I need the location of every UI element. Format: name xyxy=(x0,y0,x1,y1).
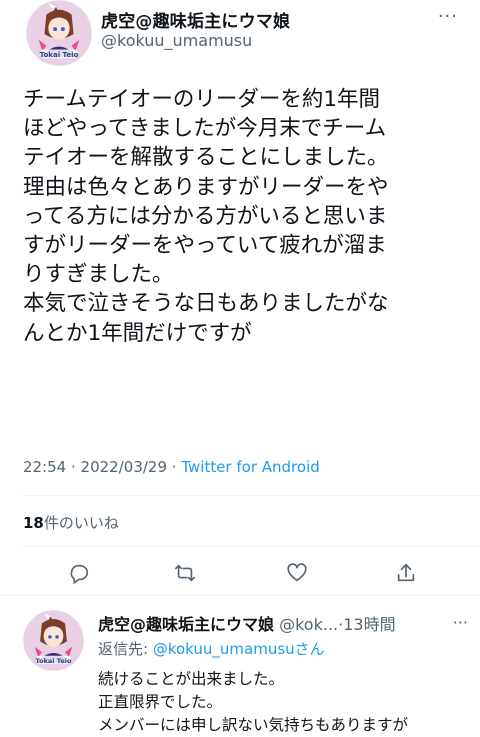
main-tweet: Tokai Teio 虎空@趣味垢主にウマ娘 @kokuu_umamusu ··… xyxy=(0,0,480,590)
tweet-text-line: んとか1年間だけですが xyxy=(23,320,252,346)
tweet-time[interactable]: 22:54 xyxy=(23,458,66,476)
tweet-date[interactable]: 2022/03/29 xyxy=(81,458,167,476)
display-name[interactable]: 虎空@趣味垢主にウマ娘 xyxy=(98,615,274,634)
avatar[interactable]: Tokai Teio xyxy=(26,0,92,66)
reply-tweet[interactable]: Tokai Teio 虎空@趣味垢主にウマ娘 @kok...·13時間 ··· … xyxy=(0,596,480,737)
retweet-icon[interactable] xyxy=(172,560,198,586)
like-icon[interactable] xyxy=(284,560,310,586)
reply-text-line: 正直限界でした。 xyxy=(98,693,223,711)
tweet-text-line: 本気で泣きそうな日もありましたがな xyxy=(23,291,389,317)
more-options-icon[interactable]: ··· xyxy=(438,6,458,27)
tweet-text-line: ほどやってきましたが今月末でチーム xyxy=(23,116,387,142)
tweet-source[interactable]: Twitter for Android xyxy=(181,458,319,476)
reply-header: 虎空@趣味垢主にウマ娘 @kok...·13時間 xyxy=(98,611,396,635)
share-icon[interactable] xyxy=(393,560,419,586)
action-bar xyxy=(0,560,480,588)
tweet-text-line: テイオーを解散することにしました。 xyxy=(23,145,389,171)
likes-label: 件のいいね xyxy=(43,514,119,532)
reply-to-label: 返信先: xyxy=(98,640,153,658)
tweet-text-line: ってる方には分かる方がいると思いま xyxy=(23,203,388,229)
likes-number: 18 xyxy=(23,514,44,532)
meta-separator: · xyxy=(66,458,81,476)
tweet-text-line: チームテイオーのリーダーを約1年間 xyxy=(23,87,381,112)
divider xyxy=(23,495,480,496)
meta-separator: · xyxy=(167,458,182,476)
tweet-text: チームテイオーのリーダーを約1年間 ほどやってきましたが今月末でチーム テイオー… xyxy=(23,85,475,348)
reply-icon[interactable] xyxy=(66,560,92,586)
tweet-meta: 22:54 · 2022/03/29 · Twitter for Android xyxy=(23,458,320,476)
reply-text: 続けることが出来ました。 正直限界でした。 メンバーには申し訳ない気持ちもありま… xyxy=(98,668,408,737)
reply-to-handle[interactable]: @kokuu_umamusuさん xyxy=(153,640,325,658)
display-name[interactable]: 虎空@趣味垢主にウマ娘 xyxy=(101,7,290,32)
avatar-label: Tokai Teio xyxy=(39,51,79,59)
user-handle[interactable]: @kokuu_umamusu xyxy=(101,31,252,50)
reply-to: 返信先: @kokuu_umamusuさん xyxy=(98,638,325,659)
tweet-text-line: りすぎました。 xyxy=(23,262,174,288)
avatar[interactable]: Tokai Teio xyxy=(23,610,84,671)
avatar-label: Tokai Teio xyxy=(35,657,72,665)
tweet-text-line: 理由は色々とありますがリーダーをや xyxy=(23,174,389,200)
tweet-text-line: すがリーダーをやっていて疲れが溜ま xyxy=(23,233,387,259)
reply-text-line: メンバーには申し訳ない気持ちもありますが xyxy=(98,716,409,734)
divider xyxy=(23,546,480,547)
user-handle[interactable]: @kok... xyxy=(279,615,338,634)
reply-time[interactable]: 13時間 xyxy=(343,615,395,634)
reply-text-line: 続けることが出来ました。 xyxy=(98,670,285,688)
more-options-icon[interactable]: ··· xyxy=(453,613,468,632)
likes-count[interactable]: 18件のいいね xyxy=(23,512,119,533)
